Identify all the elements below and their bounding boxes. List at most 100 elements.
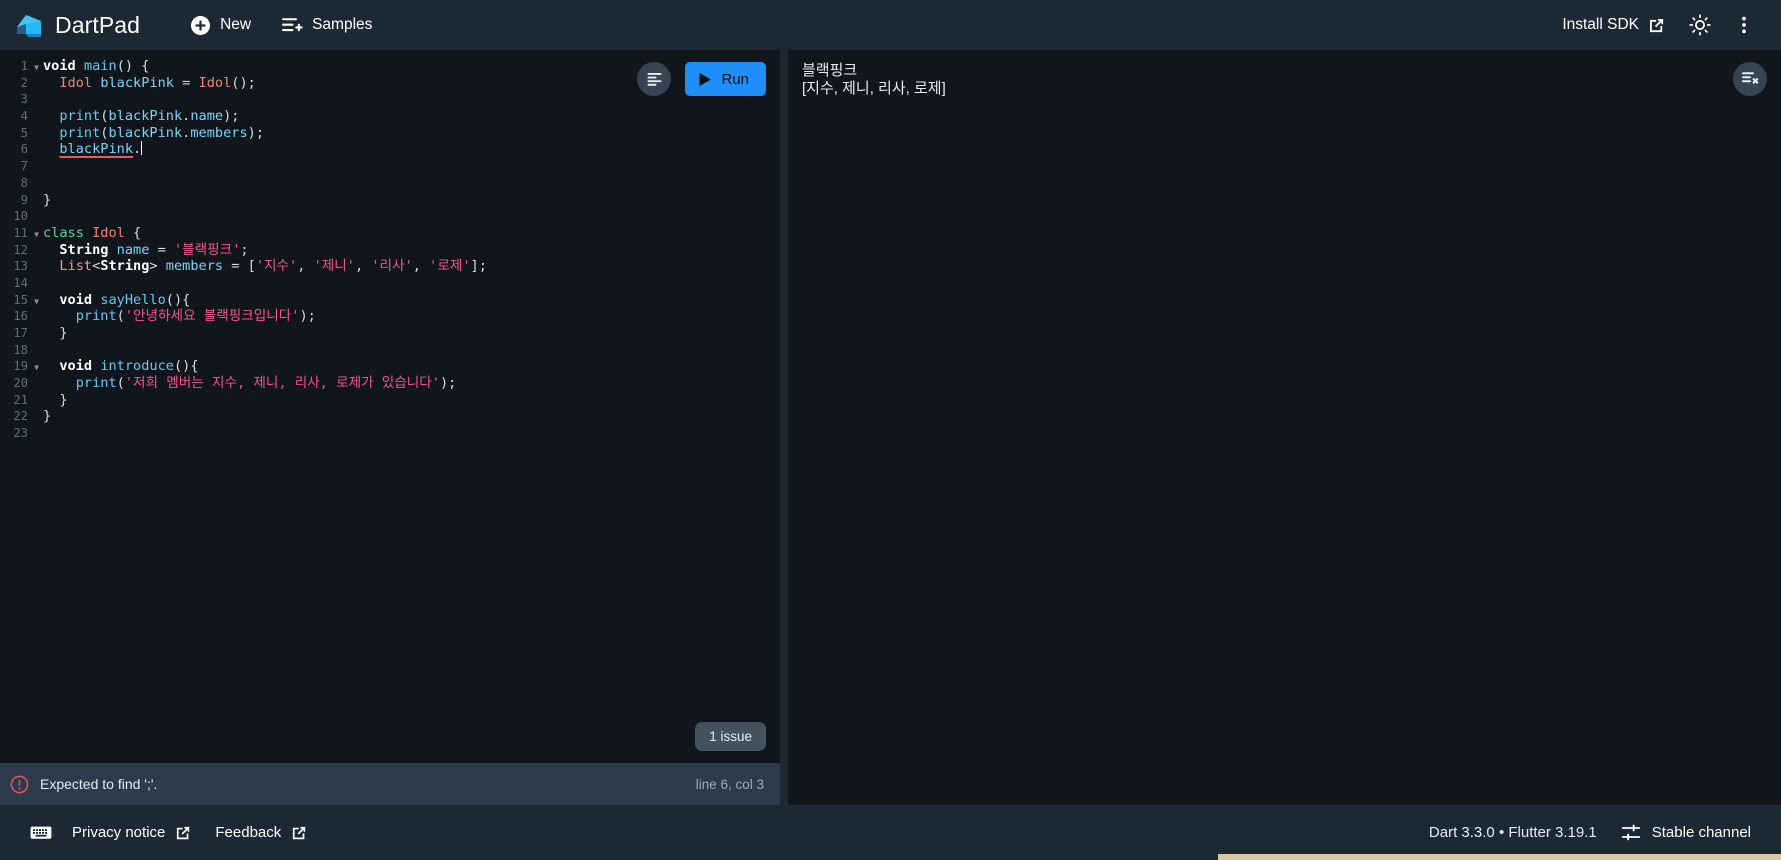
feedback-link[interactable]: Feedback — [203, 816, 319, 849]
line-number: 4 — [20, 109, 28, 124]
horizontal-scrollbar[interactable] — [1218, 854, 1781, 860]
theme-toggle-button[interactable] — [1681, 6, 1719, 44]
external-link-icon — [1648, 17, 1665, 34]
brightness-sun-icon — [1688, 13, 1712, 37]
code-line[interactable]: 19 ▼ void introduce(){ — [0, 358, 780, 375]
code-line[interactable]: 5 print(blackPink.members); — [0, 125, 780, 142]
code-line[interactable]: 6 blackPink. — [0, 141, 780, 158]
code-line[interactable]: 21 } — [0, 392, 780, 409]
fold-arrow-icon[interactable]: ▼ — [30, 360, 43, 377]
code-token: ); — [440, 375, 457, 392]
line-number: 13 — [13, 259, 28, 274]
code-line[interactable]: 10 — [0, 208, 780, 225]
code-text: List<String> members = ['지수', '제니', '리사'… — [43, 258, 780, 275]
code-line[interactable]: 18 — [0, 342, 780, 359]
line-number: 17 — [13, 326, 28, 340]
code-text: class Idol { — [43, 225, 780, 242]
fold-arrow-icon[interactable]: ▼ — [30, 294, 43, 311]
channel-label: Stable channel — [1651, 824, 1751, 841]
code-token: sayHello — [100, 291, 166, 308]
code-text: } — [43, 192, 780, 209]
keyboard-shortcuts-button[interactable] — [22, 814, 60, 852]
fold-arrow-icon[interactable]: ▼ — [30, 227, 43, 244]
code-token: (){ — [165, 291, 191, 308]
code-line[interactable]: 17 } — [0, 325, 780, 342]
line-number: 18 — [13, 342, 28, 357]
app-title: DartPad — [55, 11, 141, 38]
problem-location: line 6, col 3 — [695, 776, 764, 792]
more-options-button[interactable] — [1725, 6, 1763, 44]
line-number: 6 — [20, 142, 28, 157]
install-sdk-button[interactable]: Install SDK — [1552, 9, 1675, 41]
list-add-icon — [281, 15, 303, 35]
text-cursor — [140, 141, 142, 156]
code-text: blackPink. — [43, 141, 780, 158]
code-token: > — [149, 258, 166, 275]
code-line[interactable]: 4 print(blackPink.name); — [0, 108, 780, 125]
code-token: members — [190, 124, 248, 141]
code-token: print — [59, 124, 101, 141]
dart-logo-icon — [14, 10, 44, 40]
privacy-notice-link[interactable]: Privacy notice — [60, 816, 203, 849]
line-number: 14 — [13, 275, 28, 290]
code-token: ( — [116, 375, 125, 392]
code-line[interactable]: 12 String name = '블랙핑크'; — [0, 242, 780, 259]
code-token: (); — [231, 74, 256, 91]
code-token: print — [75, 308, 117, 325]
code-line[interactable]: 7 — [0, 158, 780, 175]
code-text: print(blackPink.members); — [43, 125, 780, 142]
pane-splitter[interactable] — [780, 50, 788, 805]
code-line[interactable]: 22} — [0, 408, 780, 425]
format-align-icon — [646, 71, 663, 88]
clear-console-button[interactable] — [1733, 62, 1767, 96]
code-line[interactable]: 9} — [0, 192, 780, 209]
code-lines[interactable]: 1 ▼ void main() {2 Idol blackPink = Idol()… — [0, 50, 780, 442]
channel-selector[interactable]: Stable channel — [1609, 816, 1763, 850]
install-sdk-label: Install SDK — [1562, 16, 1639, 33]
code-line[interactable]: 11 ▼ class Idol { — [0, 225, 780, 242]
code-token: blackPink — [100, 74, 174, 91]
code-line[interactable]: 13 List<String> members = ['지수', '제니', '… — [0, 258, 780, 275]
code-text: print(blackPink.name); — [43, 108, 780, 125]
main-area: 1 ▼ void main() {2 Idol blackPink = Idol()… — [0, 50, 1781, 805]
code-token: '안녕하세요 블랙핑크입니다' — [124, 308, 300, 325]
code-token: (){ — [173, 358, 199, 375]
code-token: introduce — [100, 358, 174, 375]
code-token: print — [75, 375, 117, 392]
code-line[interactable]: 8 — [0, 175, 780, 192]
code-token: '저희 멤버는 지수, 제니, 리사, 로제가 있습니다' — [124, 375, 440, 392]
clear-console-icon — [1741, 70, 1759, 88]
editor-action-bar: Run — [637, 62, 766, 96]
code-line[interactable]: 23 — [0, 425, 780, 442]
code-line[interactable]: 14 — [0, 275, 780, 292]
privacy-notice-label: Privacy notice — [72, 824, 166, 841]
code-line[interactable]: 16 print('안녕하세요 블랙핑크입니다'); — [0, 308, 780, 325]
app-header: DartPad New Samples Install SDK — [0, 0, 1781, 50]
code-line[interactable]: 20 print('저희 멤버는 지수, 제니, 리사, 로제가 있습니다'); — [0, 375, 780, 392]
code-editor[interactable]: 1 ▼ void main() {2 Idol blackPink = Idol()… — [0, 50, 780, 763]
code-token: Idol — [198, 74, 232, 91]
plus-circle-icon — [190, 15, 211, 36]
code-line[interactable]: 15 ▼ void sayHello(){ — [0, 292, 780, 309]
code-token: , — [297, 258, 314, 275]
samples-button[interactable]: Samples — [271, 8, 382, 42]
external-link-icon — [175, 825, 191, 841]
new-button[interactable]: New — [180, 8, 261, 43]
issue-count-pill[interactable]: 1 issue — [695, 722, 766, 751]
code-token: '리사' — [371, 258, 413, 275]
run-button[interactable]: Run — [685, 62, 766, 96]
code-token: } — [43, 325, 68, 341]
code-token: ); — [247, 124, 265, 141]
code-token: = — [149, 241, 174, 258]
format-code-button[interactable] — [637, 62, 672, 96]
samples-button-label: Samples — [312, 16, 373, 33]
code-token: Idol — [59, 74, 93, 91]
sdk-version-label: Dart 3.3.0 • Flutter 3.19.1 — [1428, 824, 1597, 841]
code-token: ; — [240, 241, 249, 258]
fold-arrow-icon[interactable]: ▼ — [30, 60, 43, 77]
code-token: () { — [116, 58, 150, 74]
